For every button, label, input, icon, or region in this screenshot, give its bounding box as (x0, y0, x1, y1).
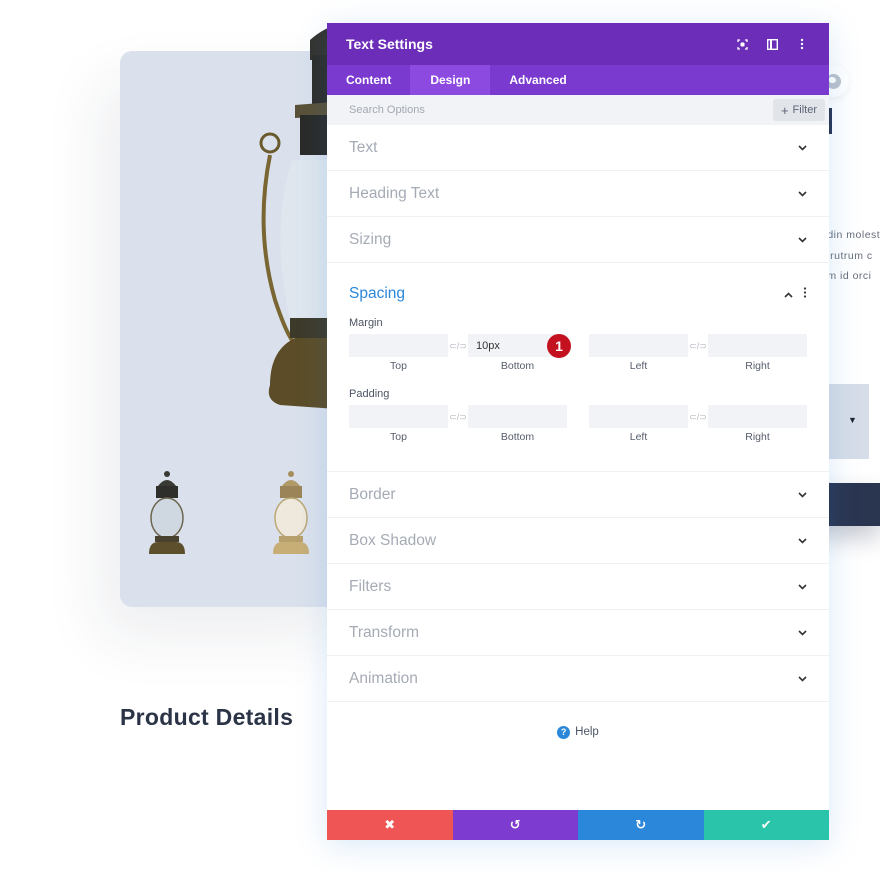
modal-header: Text Settings (327, 23, 829, 65)
link-icon[interactable]: ⊂/⊃ (688, 406, 708, 429)
page: Product Details udin molest c rutrum c u… (0, 0, 880, 871)
tab-bar: Content Design Advanced (327, 65, 829, 95)
padding-label: Padding (349, 388, 390, 400)
chevron-down-icon (797, 628, 807, 638)
link-icon[interactable]: ⊂/⊃ (448, 335, 468, 358)
section-label: Text (349, 138, 378, 156)
more-options-icon[interactable] (803, 285, 807, 303)
margin-fields: Top ⊂/⊃ Bottom Left ⊂/⊃ (349, 334, 807, 372)
close-icon: ✖ (384, 817, 396, 832)
help-label: Help (575, 726, 599, 738)
chevron-down-icon (797, 235, 807, 245)
search-options-input[interactable] (349, 104, 773, 116)
section-border[interactable]: Border (327, 472, 829, 518)
redo-icon: ↻ (635, 817, 647, 832)
thumbnail-lantern-dark[interactable] (144, 468, 190, 558)
section-label: Box Shadow (349, 531, 437, 549)
chevron-down-icon (797, 490, 807, 500)
background-text-line: udin molest (821, 229, 880, 241)
section-sizing[interactable]: Sizing (327, 217, 829, 263)
help-link[interactable]: ? Help (557, 724, 599, 740)
focus-icon[interactable] (734, 36, 750, 52)
section-label: Filters (349, 577, 392, 595)
margin-top-input[interactable] (349, 334, 448, 357)
undo-button[interactable]: ↺ (452, 810, 578, 840)
filter-label: Filter (792, 104, 817, 116)
help-area: ? Help (327, 702, 829, 810)
section-box-shadow[interactable]: Box Shadow (327, 518, 829, 564)
search-row: + Filter (327, 95, 829, 125)
padding-left-input[interactable] (589, 405, 688, 428)
product-details-heading: Product Details (120, 704, 294, 730)
modal-title: Text Settings (346, 36, 433, 52)
padding-fields: Top ⊂/⊃ Bottom Left ⊂/⊃ Right (349, 405, 807, 443)
section-label: Spacing (349, 285, 406, 302)
section-animation[interactable]: Animation (327, 656, 829, 702)
text-settings-modal: Text Settings Content Design Advanced Se… (327, 23, 829, 840)
spacing-header[interactable]: Spacing (349, 263, 807, 325)
chevron-down-icon (797, 536, 807, 546)
chevron-down-icon (797, 143, 807, 153)
chevron-down-icon (797, 674, 807, 684)
cancel-button[interactable]: ✖ (327, 810, 453, 840)
field-caption: Right (745, 431, 770, 443)
field-caption: Right (745, 360, 770, 372)
section-spacing: Spacing Margin Top ⊂/⊃ Bottom (327, 263, 829, 472)
filter-button[interactable]: + Filter (772, 99, 825, 121)
link-icon[interactable]: ⊂/⊃ (448, 406, 468, 429)
section-label: Sizing (349, 230, 392, 248)
help-icon: ? (557, 725, 571, 739)
tab-advanced[interactable]: Advanced (490, 65, 585, 95)
undo-icon: ↺ (509, 817, 521, 832)
chevron-down-icon (797, 189, 807, 199)
section-filters[interactable]: Filters (327, 564, 829, 610)
plus-icon: + (780, 102, 789, 118)
save-button[interactable]: ✔ (703, 810, 829, 840)
section-label: Heading Text (349, 184, 440, 202)
modal-footer: ✖ ↺ ↻ ✔ (327, 810, 829, 840)
checkmark-icon: ✔ (760, 817, 772, 832)
annotation-badge: 1 (547, 334, 571, 358)
more-options-icon[interactable] (794, 36, 810, 52)
field-caption: Left (629, 360, 648, 372)
tab-content[interactable]: Content (327, 65, 410, 95)
thumbnail-lantern-gold[interactable] (268, 468, 314, 558)
margin-label: Margin (349, 317, 383, 329)
field-caption: Top (390, 360, 407, 372)
field-caption: Top (390, 431, 407, 443)
chevron-down-icon (797, 582, 807, 592)
field-caption: Bottom (500, 360, 535, 372)
padding-bottom-input[interactable] (468, 405, 567, 428)
caret-down-icon: ▼ (848, 415, 857, 425)
field-caption: Bottom (500, 431, 535, 443)
padding-top-input[interactable] (349, 405, 448, 428)
section-label: Transform (349, 623, 420, 641)
section-label: Animation (349, 669, 418, 687)
chevron-up-icon[interactable] (784, 285, 793, 303)
section-heading-text[interactable]: Heading Text (327, 171, 829, 217)
tab-design[interactable]: Design (410, 65, 491, 95)
margin-left-input[interactable] (589, 334, 688, 357)
split-view-icon[interactable] (764, 36, 780, 52)
margin-right-input[interactable] (708, 334, 807, 357)
section-label: Border (349, 485, 396, 503)
link-icon[interactable]: ⊂/⊃ (688, 335, 708, 358)
redo-button[interactable]: ↻ (578, 810, 704, 840)
padding-right-input[interactable] (708, 405, 807, 428)
field-caption: Left (629, 431, 648, 443)
section-text[interactable]: Text (327, 125, 829, 171)
section-transform[interactable]: Transform (327, 610, 829, 656)
